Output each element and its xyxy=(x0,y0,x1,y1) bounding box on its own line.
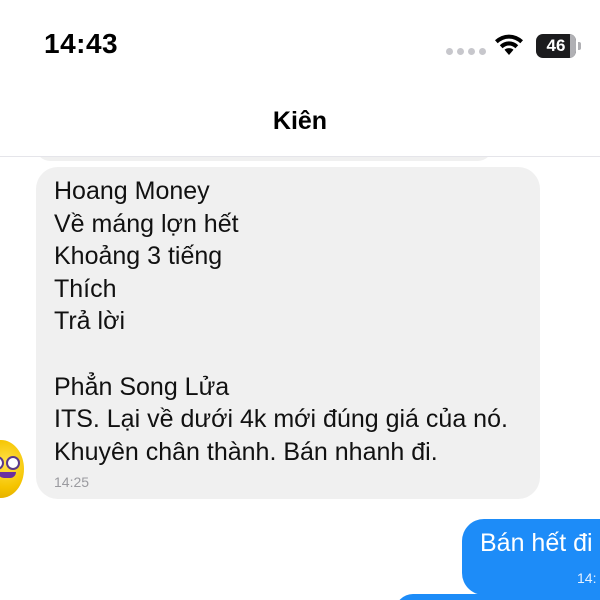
message-line xyxy=(54,338,508,371)
message-line: Thích xyxy=(54,274,117,303)
outgoing-message-time: 14: xyxy=(577,570,597,586)
message-line: Trả lời xyxy=(54,307,126,336)
message-line: Khuyên chân thành. Bán nhanh đi. xyxy=(54,437,438,466)
incoming-message-text: Hoang Money Về máng lợn hết Khoảng 3 tiế… xyxy=(54,175,508,468)
incoming-message-time: 14:25 xyxy=(54,474,90,490)
chat-header: Kiên xyxy=(0,90,600,157)
message-line: Về máng lợn hết xyxy=(54,209,239,238)
sender-avatar[interactable] xyxy=(0,440,24,498)
message-line: Khoảng 3 tiếng xyxy=(54,242,223,271)
incoming-message-bubble[interactable]: Hoang Money Về máng lợn hết Khoảng 3 tiế… xyxy=(36,167,540,499)
status-bar: 14:43 46 xyxy=(0,0,600,90)
message-line: ITS. Lại về dưới 4k mới đúng giá của nó. xyxy=(54,405,508,434)
outgoing-message-bubble[interactable]: Bán hết đi 14: xyxy=(462,519,600,595)
message-list[interactable]: Hoang Money Về máng lợn hết Khoảng 3 tiế… xyxy=(0,157,600,600)
wifi-icon xyxy=(495,34,523,55)
outgoing-message-text: Bán hết đi xyxy=(480,529,593,557)
next-outgoing-message-bubble[interactable] xyxy=(395,594,600,600)
message-line: Phẳn Song Lửa xyxy=(54,372,230,401)
cellular-signal-icon xyxy=(446,48,486,55)
contact-name[interactable]: Kiên xyxy=(0,107,600,136)
battery-level: 46 xyxy=(546,36,566,55)
chat-screen: 14:43 46 Kiên Hoang Money Về máng lợn hế… xyxy=(0,0,600,600)
status-time: 14:43 xyxy=(44,28,119,59)
battery-icon: 46 xyxy=(536,34,582,58)
previous-message-bubble[interactable] xyxy=(36,157,492,161)
message-line: Hoang Money xyxy=(54,177,210,205)
